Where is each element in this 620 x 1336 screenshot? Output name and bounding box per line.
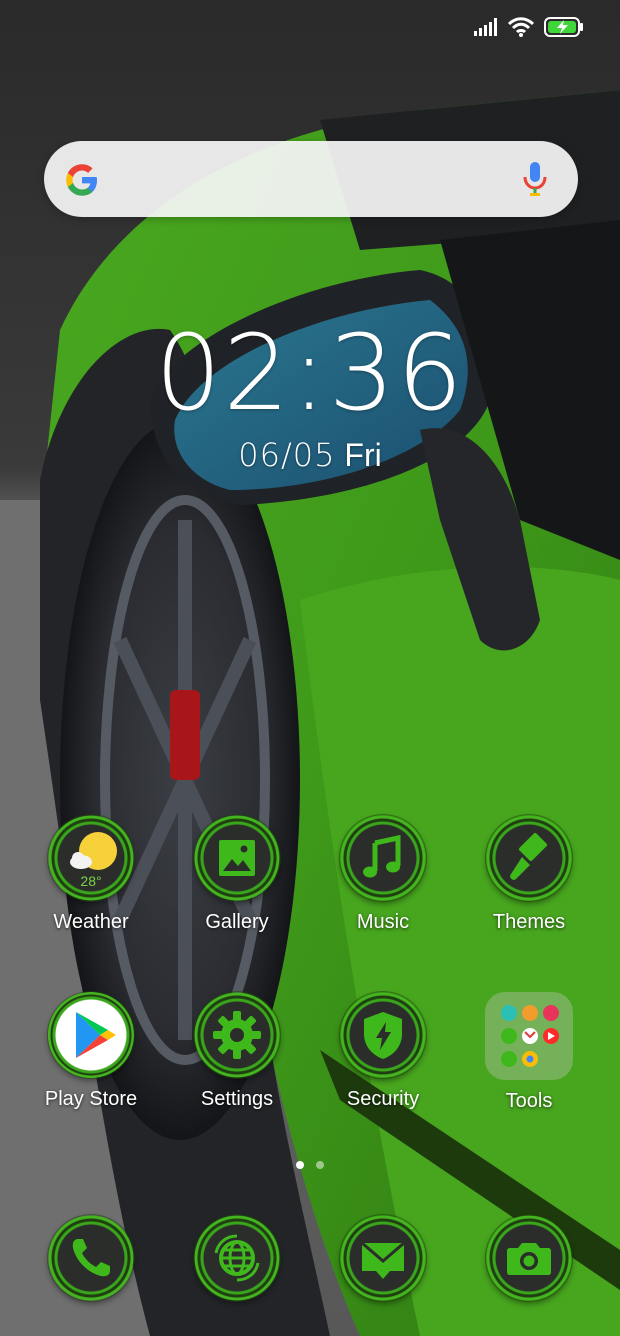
- google-g-icon: [66, 164, 97, 196]
- browser-globe-icon: [194, 1215, 280, 1301]
- google-search-bar[interactable]: [44, 141, 578, 217]
- page-dot-1[interactable]: [296, 1161, 304, 1169]
- status-bar: [0, 0, 620, 56]
- app-settings[interactable]: Settings: [164, 992, 310, 1111]
- app-tools-folder[interactable]: Tools: [456, 992, 602, 1113]
- dock-phone[interactable]: [18, 1215, 164, 1301]
- dock-browser[interactable]: [164, 1215, 310, 1301]
- folder-icon: [485, 992, 573, 1080]
- app-security[interactable]: Security: [310, 992, 456, 1111]
- page-indicator[interactable]: [0, 1161, 620, 1169]
- app-label: Security: [346, 1088, 420, 1110]
- battery-charging-icon: [544, 17, 583, 37]
- app-label: Music: [356, 911, 410, 933]
- weekday-value: Fri: [344, 437, 382, 473]
- app-label: Weather: [53, 911, 129, 933]
- play-store-icon: [48, 992, 134, 1078]
- weather-icon: 28°: [48, 815, 134, 901]
- page-dot-2[interactable]: [316, 1161, 324, 1169]
- app-gallery[interactable]: Gallery: [164, 815, 310, 934]
- clock-date[interactable]: 06/05 Fri: [0, 436, 620, 474]
- shield-icon: [340, 992, 426, 1078]
- app-music[interactable]: Music: [310, 815, 456, 934]
- wifi-icon: [508, 17, 534, 37]
- camera-icon: [486, 1215, 572, 1301]
- signal-icon: [474, 18, 497, 36]
- app-label: Settings: [200, 1088, 274, 1110]
- app-play-store[interactable]: Play Store: [18, 992, 164, 1111]
- home-screen: 02:36 06/05 Fri 28° Weather Gallery Musi…: [0, 0, 620, 1336]
- date-value: 06/05: [238, 436, 336, 474]
- app-label: Themes: [492, 911, 566, 933]
- dock-messaging[interactable]: [310, 1215, 456, 1301]
- music-icon: [340, 815, 426, 901]
- dock-camera[interactable]: [456, 1215, 602, 1301]
- gallery-icon: [194, 815, 280, 901]
- app-label: Play Store: [44, 1088, 138, 1110]
- themes-brush-icon: [486, 815, 572, 901]
- clock-time[interactable]: 02:36: [0, 312, 620, 434]
- weather-temp: 28°: [80, 873, 102, 889]
- app-label: Gallery: [205, 911, 269, 933]
- app-label: Tools: [505, 1090, 553, 1112]
- messaging-icon: [340, 1215, 426, 1301]
- mic-icon[interactable]: [522, 161, 548, 197]
- phone-icon: [48, 1215, 134, 1301]
- app-weather[interactable]: 28° Weather: [18, 815, 164, 934]
- app-themes[interactable]: Themes: [456, 815, 602, 934]
- gear-icon: [194, 992, 280, 1078]
